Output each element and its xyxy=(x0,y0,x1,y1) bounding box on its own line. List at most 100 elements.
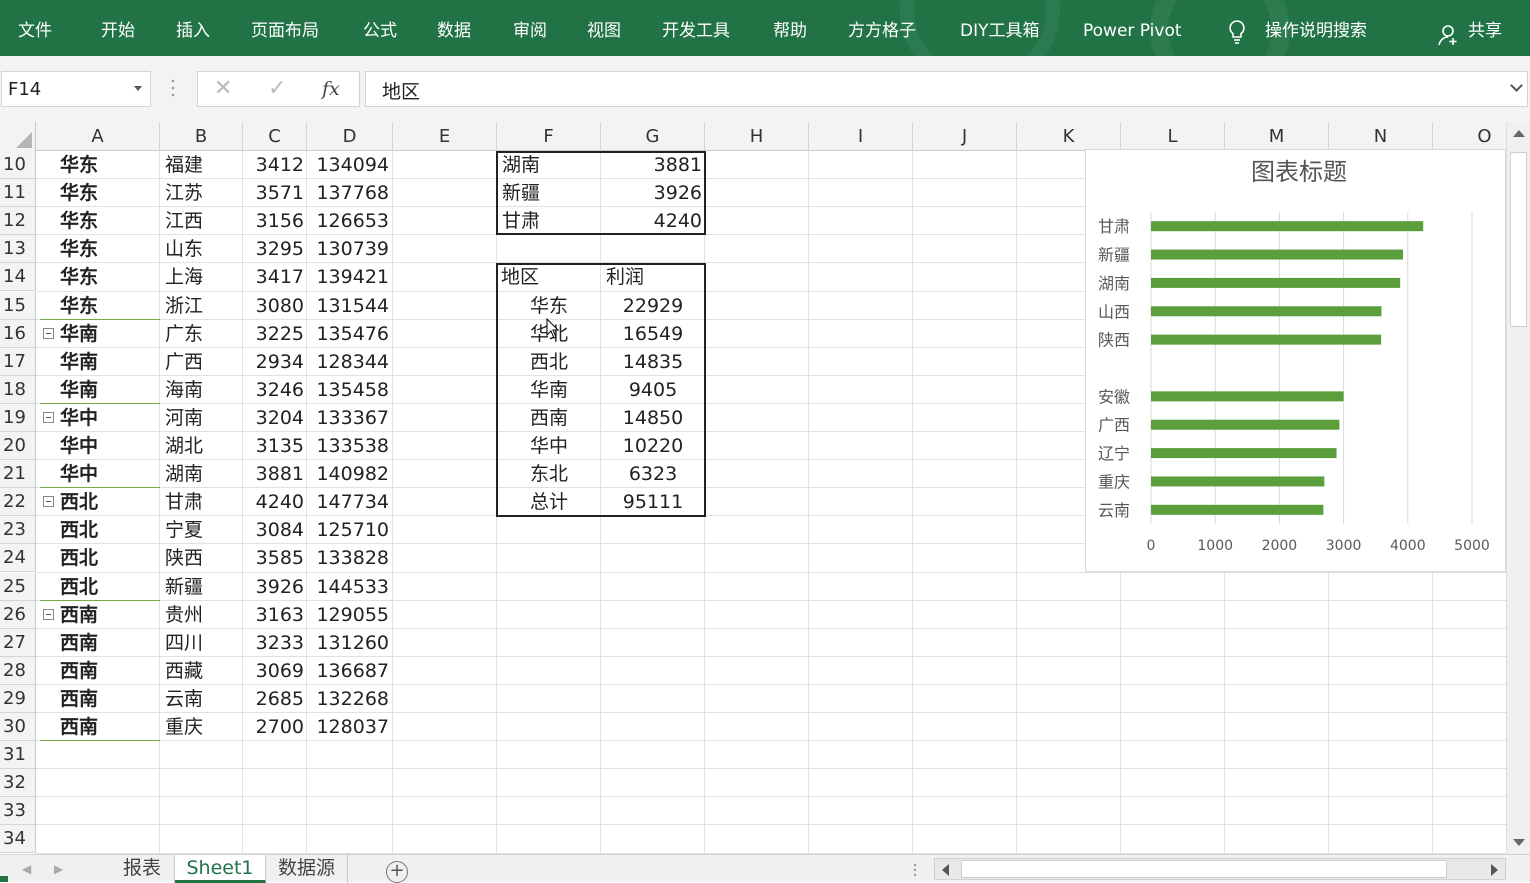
cell-region[interactable]: 西南 xyxy=(60,713,98,741)
cell-value-c[interactable]: 2934 xyxy=(243,348,304,376)
scroll-down-icon[interactable] xyxy=(1513,839,1525,846)
cell-province[interactable]: 江苏 xyxy=(165,179,203,207)
tab-split-handle-icon[interactable] xyxy=(913,863,917,877)
column-header-b[interactable]: B xyxy=(160,122,243,151)
cell-region[interactable]: 华东 xyxy=(60,235,98,263)
add-sheet-icon[interactable]: + xyxy=(386,861,408,883)
cell-value-c[interactable]: 3156 xyxy=(243,207,304,235)
ribbon-tab[interactable]: 审阅 xyxy=(513,20,547,42)
cell-region[interactable]: 华东 xyxy=(60,151,98,179)
cell-value-d[interactable]: 135476 xyxy=(307,320,389,348)
column-header-j[interactable]: J xyxy=(913,122,1017,151)
cell-value-d[interactable]: 140982 xyxy=(307,460,389,488)
ribbon-tab[interactable]: 页面布局 xyxy=(251,20,319,42)
lookup-value[interactable]: 3926 xyxy=(601,179,702,207)
pivot-region[interactable]: 华中 xyxy=(497,432,601,460)
row-header-13[interactable]: 13 xyxy=(0,235,36,264)
row-header-23[interactable]: 23 xyxy=(0,516,36,545)
lookup-value[interactable]: 4240 xyxy=(601,207,702,235)
chevron-down-icon[interactable] xyxy=(134,86,142,91)
cell-province[interactable]: 四川 xyxy=(165,629,203,657)
cell-value-d[interactable]: 130739 xyxy=(307,235,389,263)
cell-province[interactable]: 广东 xyxy=(165,320,203,348)
collapse-minus-icon[interactable] xyxy=(43,496,54,508)
row-header-25[interactable]: 25 xyxy=(0,572,36,601)
cell-province[interactable]: 甘肃 xyxy=(165,488,203,516)
drag-handle-icon[interactable] xyxy=(171,78,175,98)
scroll-right-icon[interactable] xyxy=(1491,864,1498,876)
cell-value-c[interactable]: 3225 xyxy=(243,320,304,348)
sheet-tab-3[interactable]: 数据源 xyxy=(266,855,348,883)
ribbon-tab[interactable]: 方方格子 xyxy=(848,20,916,42)
row-header-22[interactable]: 22 xyxy=(0,488,36,517)
cell-region[interactable]: 华中 xyxy=(60,460,98,488)
column-header-k[interactable]: K xyxy=(1017,122,1121,151)
cell-province[interactable]: 江西 xyxy=(165,207,203,235)
cell-value-c[interactable]: 3084 xyxy=(243,516,304,544)
ribbon-tab[interactable]: Power Pivot xyxy=(1083,20,1182,42)
insert-function-icon[interactable]: fx xyxy=(322,78,340,100)
cell-region[interactable]: 华东 xyxy=(60,263,98,291)
column-header-a[interactable]: A xyxy=(36,122,160,151)
scroll-up-icon[interactable] xyxy=(1513,130,1525,137)
expand-formula-icon[interactable] xyxy=(1510,79,1523,92)
share-button[interactable]: 共享 xyxy=(1468,20,1502,42)
collapse-minus-icon[interactable] xyxy=(43,327,54,339)
cell-province[interactable]: 海南 xyxy=(165,376,203,404)
row-header-17[interactable]: 17 xyxy=(0,347,36,376)
cell-value-d[interactable]: 129055 xyxy=(307,601,389,629)
cell-value-c[interactable]: 3135 xyxy=(243,432,304,460)
cell-value-c[interactable]: 3881 xyxy=(243,460,304,488)
column-header-e[interactable]: E xyxy=(393,122,497,151)
cell-region[interactable]: 华南 xyxy=(60,320,98,348)
cell-province[interactable]: 陕西 xyxy=(165,544,203,572)
ribbon-tab[interactable]: 视图 xyxy=(587,20,621,42)
cell-province[interactable]: 重庆 xyxy=(165,713,203,741)
cell-region[interactable]: 西南 xyxy=(60,629,98,657)
pivot-profit[interactable]: 14835 xyxy=(601,348,705,376)
row-header-29[interactable]: 29 xyxy=(0,684,36,713)
collapse-minus-icon[interactable] xyxy=(43,608,54,620)
prev-sheet-icon[interactable]: ◀ xyxy=(22,862,31,876)
cell-value-d[interactable]: 136687 xyxy=(307,657,389,685)
collapse-minus-icon[interactable] xyxy=(43,411,54,423)
cell-region[interactable]: 西北 xyxy=(60,516,98,544)
pivot-region[interactable]: 华南 xyxy=(497,376,601,404)
cell-value-d[interactable]: 125710 xyxy=(307,516,389,544)
cell-region[interactable]: 西北 xyxy=(60,573,98,601)
pivot-region[interactable]: 东北 xyxy=(497,460,601,488)
lookup-name[interactable]: 甘肃 xyxy=(502,207,540,235)
bar-chart[interactable]: 图表标题 0 1000 2000 3000 4000 5000 甘肃 新疆 湖南 山西 陕西 安徽 广西辽… xyxy=(1085,149,1506,572)
column-header-d[interactable]: D xyxy=(307,122,393,151)
name-box[interactable]: F14 xyxy=(1,71,151,107)
cell-province[interactable]: 湖南 xyxy=(165,460,203,488)
cell-value-c[interactable]: 3246 xyxy=(243,376,304,404)
pivot-profit[interactable]: 22929 xyxy=(601,292,705,320)
cell-region[interactable]: 西南 xyxy=(60,601,98,629)
cell-value-c[interactable]: 3417 xyxy=(243,263,304,291)
row-header-16[interactable]: 16 xyxy=(0,319,36,348)
pivot-total-label[interactable]: 总计 xyxy=(497,488,601,516)
column-header-o[interactable]: O xyxy=(1433,122,1506,151)
cell-value-d[interactable]: 139421 xyxy=(307,263,389,291)
formula-input[interactable]: 地区 xyxy=(365,71,1528,107)
cell-value-c[interactable]: 4240 xyxy=(243,488,304,516)
cell-province[interactable]: 宁夏 xyxy=(165,516,203,544)
column-header-m[interactable]: M xyxy=(1225,122,1329,151)
row-header-18[interactable]: 18 xyxy=(0,375,36,404)
lookup-name[interactable]: 新疆 xyxy=(502,179,540,207)
next-sheet-icon[interactable]: ▶ xyxy=(54,862,63,876)
cell-province[interactable]: 云南 xyxy=(165,685,203,713)
pivot-profit[interactable]: 10220 xyxy=(601,432,705,460)
scroll-left-icon[interactable] xyxy=(942,864,949,876)
row-header-26[interactable]: 26 xyxy=(0,600,36,629)
column-header-c[interactable]: C xyxy=(243,122,307,151)
row-header-21[interactable]: 21 xyxy=(0,460,36,489)
pivot-profit[interactable]: 16549 xyxy=(601,320,705,348)
cell-province[interactable]: 上海 xyxy=(165,263,203,291)
ribbon-tab[interactable]: 开始 xyxy=(101,20,135,42)
lookup-value[interactable]: 3881 xyxy=(601,151,702,179)
column-header-i[interactable]: I xyxy=(809,122,913,151)
cell-region[interactable]: 华东 xyxy=(60,292,98,320)
select-all-corner[interactable] xyxy=(0,122,36,151)
